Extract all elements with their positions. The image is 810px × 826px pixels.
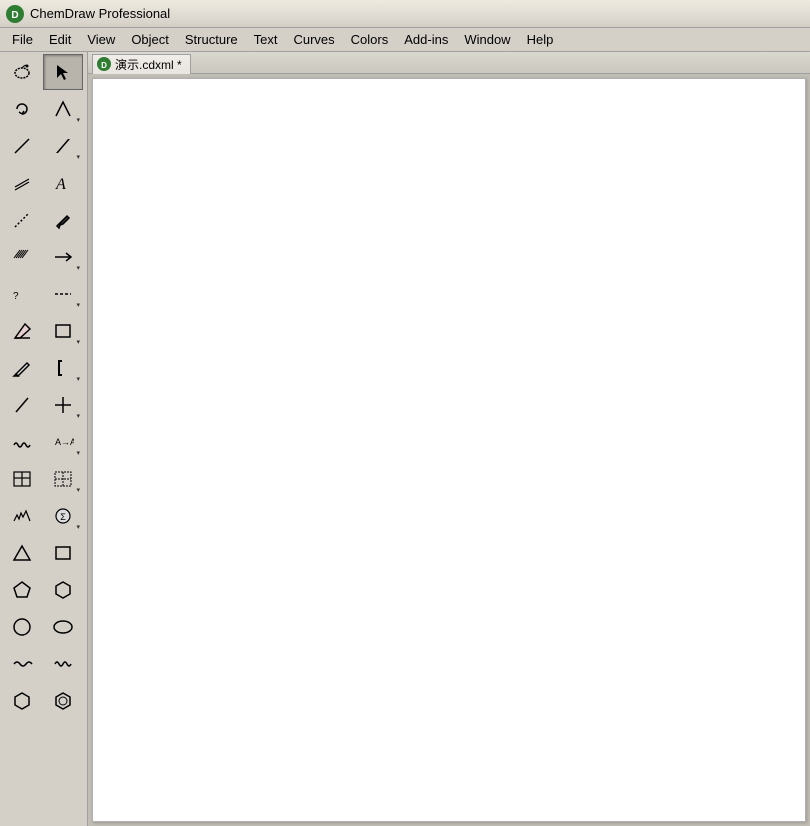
bracket-tool[interactable]: ▾	[43, 350, 83, 386]
sub-arrow-icon: ▾	[76, 487, 80, 494]
rotate-tool[interactable]	[2, 91, 42, 127]
triangle[interactable]	[2, 535, 42, 571]
doc-tab[interactable]: D 演示.cdxml *	[92, 54, 191, 74]
atom-map[interactable]: A→A▾	[43, 424, 83, 460]
svg-text:D: D	[101, 61, 107, 70]
svg-text:?: ?	[13, 291, 19, 302]
sub-arrow-icon: ▾	[76, 154, 80, 161]
menu-item-edit[interactable]: Edit	[41, 30, 79, 49]
sub-arrow-icon: ▾	[76, 302, 80, 309]
sub-arrow-icon: ▾	[76, 376, 80, 383]
menu-item-help[interactable]: Help	[519, 30, 562, 49]
app-logo: D	[6, 5, 24, 23]
menu-item-view[interactable]: View	[79, 30, 123, 49]
doc-tab-label: 演示.cdxml *	[115, 56, 182, 73]
toolbar-row-1: ▾	[2, 91, 85, 127]
toolbar-row-11: ▾	[2, 461, 85, 497]
menu-bar: FileEditViewObjectStructureTextCurvesCol…	[0, 28, 810, 52]
toolbar-row-16	[2, 646, 85, 682]
sub-arrow-icon: ▾	[76, 117, 80, 124]
shape-rect[interactable]	[43, 535, 83, 571]
doc-area: D 演示.cdxml *	[88, 52, 810, 826]
menu-item-text[interactable]: Text	[246, 30, 286, 49]
menu-item-object[interactable]: Object	[123, 30, 177, 49]
menu-item-colors[interactable]: Colors	[343, 30, 397, 49]
menu-item-add-ins[interactable]: Add-ins	[396, 30, 456, 49]
menu-item-curves[interactable]: Curves	[285, 30, 342, 49]
pen-tool[interactable]	[43, 202, 83, 238]
unknown1[interactable]: ▾	[43, 276, 83, 312]
wavy-bond[interactable]	[2, 424, 42, 460]
wave-line[interactable]	[2, 646, 42, 682]
toolbar-row-8: ▾	[2, 350, 85, 386]
bond-multi[interactable]	[2, 165, 42, 201]
lasso-tool[interactable]	[2, 54, 42, 90]
arrow-tool[interactable]: ▾	[43, 239, 83, 275]
doc-canvas[interactable]	[92, 78, 806, 822]
bond-tool2[interactable]	[2, 387, 42, 423]
doc-tab-bar: D 演示.cdxml *	[88, 52, 810, 74]
table-tool[interactable]	[2, 461, 42, 497]
pencil-tool[interactable]	[2, 350, 42, 386]
sub-arrow-icon: ▾	[76, 450, 80, 457]
bond-bold[interactable]: ▾	[43, 128, 83, 164]
bond-tool[interactable]: ▾	[43, 91, 83, 127]
rectangle-tool[interactable]: ▾	[43, 313, 83, 349]
toolbar-row-10: A→A▾	[2, 424, 85, 460]
doc-tab-icon: D	[97, 57, 111, 71]
toolbar-row-13	[2, 535, 85, 571]
sub-arrow-icon: ▾	[76, 339, 80, 346]
eraser-tool[interactable]	[2, 313, 42, 349]
bond-dash[interactable]	[2, 202, 42, 238]
toolbar-row-0	[2, 54, 85, 90]
app-title: ChemDraw Professional	[30, 6, 170, 21]
hex-ring[interactable]	[2, 683, 42, 719]
toolbar-row-14	[2, 572, 85, 608]
bond-lines[interactable]	[2, 239, 42, 275]
toolbar-row-4	[2, 202, 85, 238]
toolbar-row-3: A	[2, 165, 85, 201]
toolbar-row-7: ▾	[2, 313, 85, 349]
dotted-table[interactable]: ▾	[43, 461, 83, 497]
benzene[interactable]	[43, 683, 83, 719]
menu-item-window[interactable]: Window	[456, 30, 518, 49]
circle[interactable]	[2, 609, 42, 645]
sub-arrow-icon: ▾	[76, 265, 80, 272]
svg-text:A: A	[55, 176, 66, 193]
sub-arrow-icon: ▾	[76, 413, 80, 420]
toolbar: ▾▾A▾?▾▾▾▾A→A▾▾Σ▾	[0, 52, 88, 826]
main-area: ▾▾A▾?▾▾▾▾A→A▾▾Σ▾ D 演示.cdxml *	[0, 52, 810, 826]
hexagon[interactable]	[43, 572, 83, 608]
toolbar-row-15	[2, 609, 85, 645]
text-tool[interactable]: A	[43, 165, 83, 201]
bond-single[interactable]	[2, 128, 42, 164]
toolbar-row-9: ▾	[2, 387, 85, 423]
toolbar-row-17	[2, 683, 85, 719]
toolbar-row-12: Σ▾	[2, 498, 85, 534]
svg-text:Σ: Σ	[60, 512, 66, 522]
select-tool[interactable]	[43, 54, 83, 90]
svg-text:A→A: A→A	[55, 437, 74, 447]
pentagon[interactable]	[2, 572, 42, 608]
toolbar-row-6: ?▾	[2, 276, 85, 312]
bond-wedge[interactable]: ?	[2, 276, 42, 312]
squiggle[interactable]	[43, 646, 83, 682]
toolbar-row-2: ▾	[2, 128, 85, 164]
menu-item-file[interactable]: File	[4, 30, 41, 49]
title-bar: D ChemDraw Professional	[0, 0, 810, 28]
crosshair-tool[interactable]: ▾	[43, 387, 83, 423]
stoichiometry[interactable]: Σ▾	[43, 498, 83, 534]
sub-arrow-icon: ▾	[76, 524, 80, 531]
toolbar-row-5: ▾	[2, 239, 85, 275]
svg-text:D: D	[11, 10, 18, 21]
menu-item-structure[interactable]: Structure	[177, 30, 246, 49]
ellipse[interactable]	[43, 609, 83, 645]
spectroscopy[interactable]	[2, 498, 42, 534]
